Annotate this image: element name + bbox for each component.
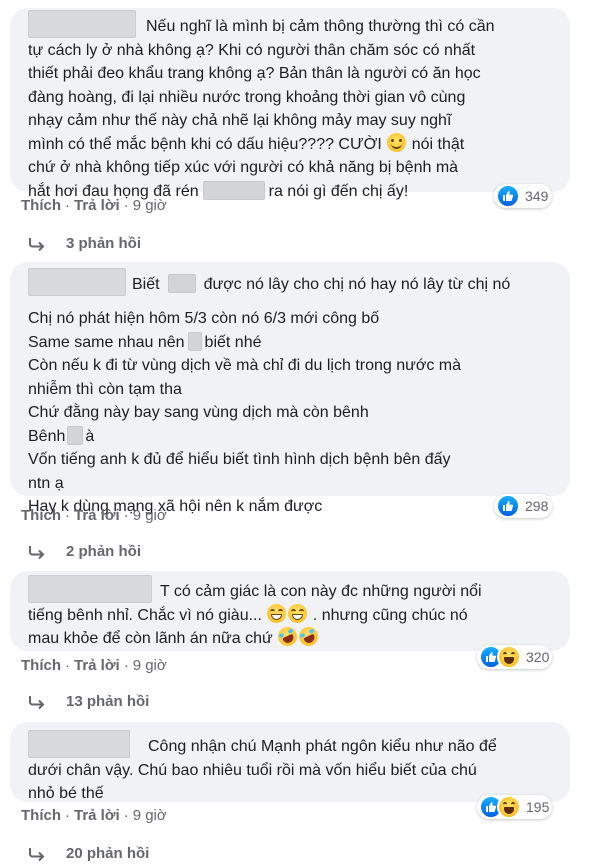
- redacted-text: [202, 180, 265, 200]
- reaction-summary[interactable]: 349: [494, 184, 552, 208]
- reaction-summary[interactable]: 320: [477, 645, 552, 669]
- comment-bubble: Công nhận chú Mạnh phát ngôn kiểu như nã…: [10, 722, 570, 802]
- comment-actions: Thích · Trả lời · 9 giờ: [21, 197, 167, 214]
- comment-bubble: Biết được nó lây cho chị nó hay nó lây từ…: [10, 262, 570, 515]
- haha-reaction-icon: [497, 645, 521, 669]
- grin-emoji: [267, 603, 287, 623]
- like-reaction-icon: [496, 494, 520, 518]
- like-button[interactable]: Thích: [21, 807, 61, 824]
- reply-arrow-icon: [28, 695, 48, 709]
- smile-emoji: [387, 132, 407, 152]
- comment-timestamp[interactable]: 9 giờ: [133, 507, 167, 524]
- comment-actions: Thích · Trả lời · 9 giờ: [21, 807, 167, 824]
- comment-text: T có cảm giác là con này đc những người …: [28, 575, 558, 651]
- comment-bubble: T có cảm giác là con này đc những người …: [10, 571, 570, 651]
- comment-actions: Thích · Trả lời · 9 giờ: [21, 507, 167, 524]
- redacted-text: [67, 425, 84, 445]
- comment-text: Biết được nó lây cho chị nó hay nó lây từ…: [28, 268, 558, 519]
- comment-text: Nếu nghĩ là mình bị cảm thông thường thì…: [28, 10, 558, 203]
- reply-button[interactable]: Trả lời: [74, 197, 120, 214]
- like-button[interactable]: Thích: [21, 657, 61, 674]
- haha-reaction-icon: [497, 795, 521, 819]
- grin-emoji: [288, 603, 308, 623]
- comment-timestamp[interactable]: 9 giờ: [133, 807, 167, 824]
- reaction-summary[interactable]: 298: [494, 494, 552, 518]
- like-reaction-icon: [496, 184, 520, 208]
- commenter-name-redacted[interactable]: [28, 268, 126, 296]
- reply-arrow-icon: [28, 237, 48, 251]
- comment-timestamp[interactable]: 9 giờ: [133, 657, 167, 674]
- view-replies-link[interactable]: 2 phản hồi: [28, 543, 141, 560]
- view-replies-link[interactable]: 13 phản hồi: [28, 693, 149, 710]
- commenter-name-redacted[interactable]: [28, 575, 152, 603]
- like-button[interactable]: Thích: [21, 197, 61, 214]
- comment-text: Công nhận chú Mạnh phát ngôn kiểu như nã…: [28, 730, 558, 806]
- comment-actions: Thích · Trả lời · 9 giờ: [21, 657, 167, 674]
- reply-button[interactable]: Trả lời: [74, 507, 120, 524]
- reaction-count: 349: [525, 188, 549, 204]
- reply-button[interactable]: Trả lời: [74, 657, 120, 674]
- reaction-count: 298: [525, 498, 549, 514]
- comment-timestamp[interactable]: 9 giờ: [133, 197, 167, 214]
- view-replies-link[interactable]: 3 phản hồi: [28, 235, 141, 252]
- reply-arrow-icon: [28, 847, 48, 861]
- commenter-name-redacted[interactable]: [28, 730, 130, 758]
- like-button[interactable]: Thích: [21, 507, 61, 524]
- reaction-summary[interactable]: 195: [477, 795, 552, 819]
- redacted-text: [187, 331, 202, 351]
- rofl-emoji: [275, 623, 301, 650]
- reaction-count: 320: [526, 649, 550, 665]
- commenter-name-redacted[interactable]: [28, 10, 136, 38]
- reply-button[interactable]: Trả lời: [74, 807, 120, 824]
- comment-bubble: Nếu nghĩ là mình bị cảm thông thường thì…: [10, 8, 570, 200]
- redacted-text: [167, 274, 196, 293]
- reaction-count: 195: [526, 799, 550, 815]
- rofl-emoji: [296, 623, 322, 650]
- reply-arrow-icon: [28, 545, 48, 559]
- view-replies-link[interactable]: 20 phản hồi: [28, 845, 149, 862]
